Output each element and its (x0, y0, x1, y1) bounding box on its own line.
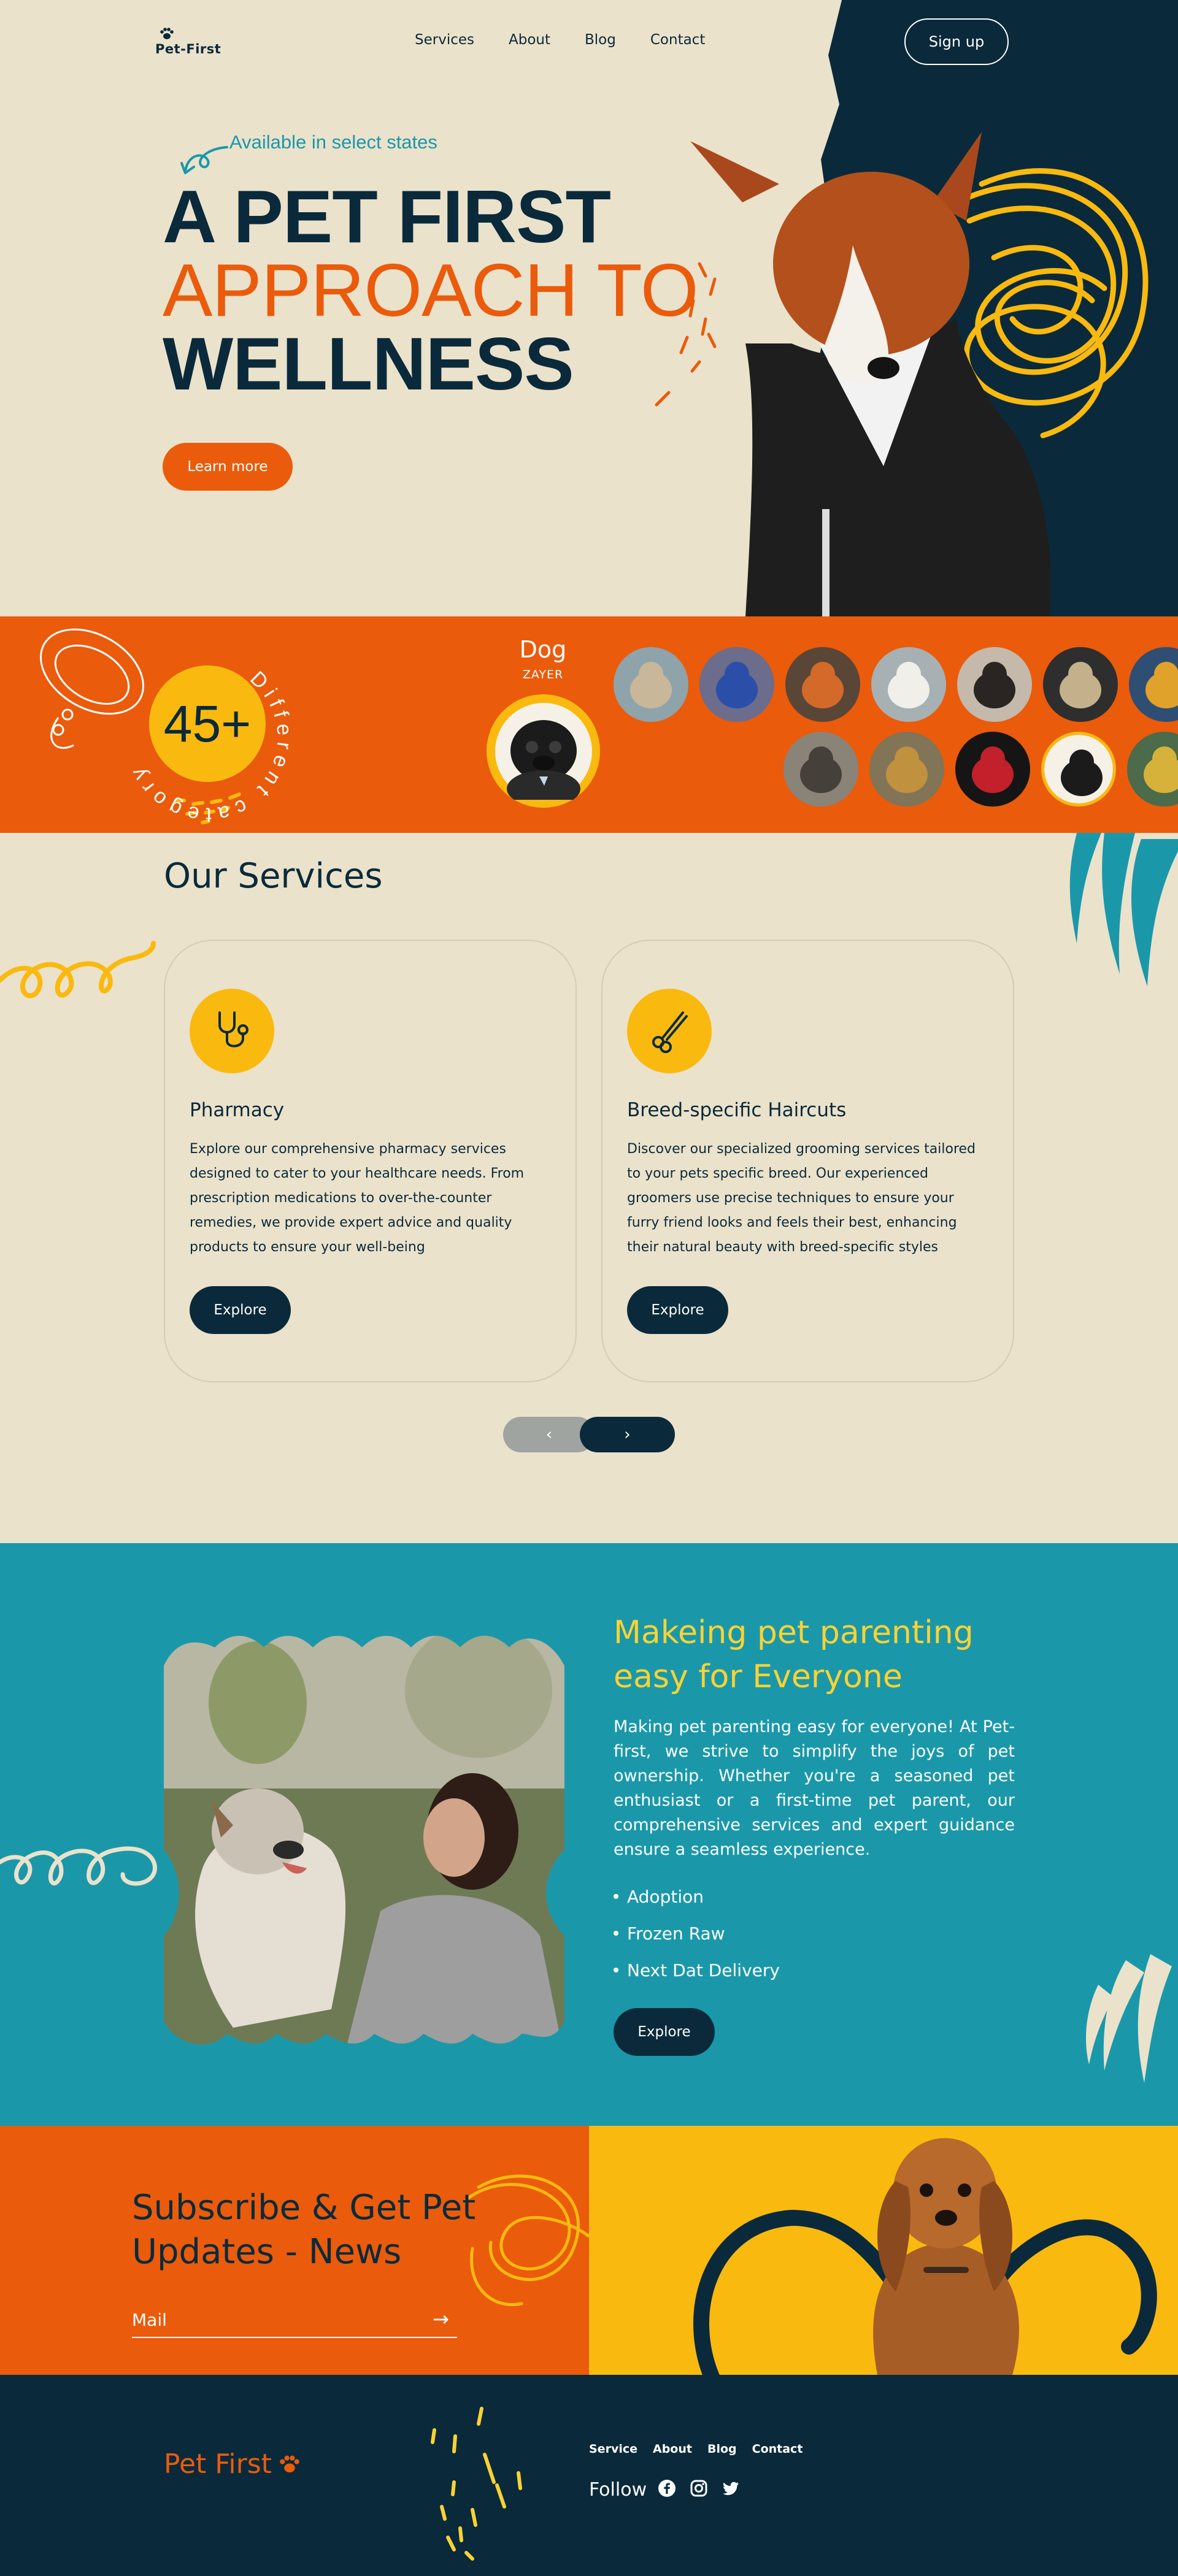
pet-parenting-section: Makeing pet parenting easy for Everyone … (0, 1543, 1178, 2126)
availability-note: Available in select states (178, 131, 437, 178)
red-bird-image (955, 732, 1030, 807)
category-thumbnail-lion[interactable] (869, 732, 944, 807)
subscribe-dog-panel (589, 2126, 1178, 2375)
footer-link-blog[interactable]: Blog (707, 2442, 737, 2456)
nav-link-blog[interactable]: Blog (585, 32, 616, 48)
service-card-title: Breed-specific Haircuts (627, 1099, 847, 1121)
signup-button[interactable]: Sign up (904, 18, 1009, 65)
hero-section: Pet-First Services About Blog Contact Si… (0, 0, 1178, 616)
category-thumbnail-bluebird[interactable] (699, 647, 774, 722)
nav-link-about[interactable]: About (509, 32, 550, 48)
footer-logo-text: Pet First (164, 2448, 272, 2480)
headline-line-3: WELLNESS (163, 322, 574, 405)
feature-item-delivery: Next Dat Delivery (614, 1952, 780, 1988)
paw-icon (160, 28, 174, 39)
category-thumbnail-fox[interactable] (785, 647, 860, 722)
carousel-next-button[interactable]: › (580, 1417, 675, 1452)
category-thumbnail-guinea-pig[interactable] (957, 647, 1032, 722)
availability-text: Available in select states (229, 131, 437, 153)
feature-item-frozen-raw: Frozen Raw (614, 1915, 780, 1952)
cat-image (614, 647, 688, 722)
feature-item-adoption: Adoption (614, 1878, 780, 1915)
parenting-explore-button[interactable]: Explore (614, 2008, 715, 2056)
headline-line-2: APPROACH TO (163, 248, 699, 332)
footer-logo[interactable]: Pet First (164, 2448, 301, 2480)
category-count-badge: 45+ (149, 665, 266, 782)
selected-category-name: Dog (519, 636, 567, 663)
hero-headline: A PET FIRST APPROACH TO WELLNESS (163, 175, 699, 405)
category-thumbnail-pug[interactable] (1041, 732, 1116, 807)
mail-input-underline (132, 2337, 457, 2338)
main-nav: Services About Blog Contact (415, 32, 739, 48)
category-thumbnail-red-bird[interactable] (955, 732, 1030, 807)
facebook-icon[interactable] (656, 2478, 677, 2499)
footer-link-contact[interactable]: Contact (752, 2442, 803, 2456)
footer-link-about[interactable]: About (653, 2442, 692, 2456)
subscribe-title: Subscribe & Get Pet Updates - News (132, 2188, 476, 2272)
nav-logo[interactable]: Pet-First (155, 27, 221, 56)
woman-with-dog-photo (164, 1636, 564, 2045)
subscribe-section: Subscribe & Get Pet Updates - News Mail … (0, 2126, 589, 2375)
curved-arrow-icon (180, 146, 228, 174)
lion-image (869, 732, 944, 807)
site-footer: Pet First Service About Blog Contact Fol… (0, 2375, 1178, 2576)
guinea-pig-image (957, 647, 1032, 722)
category-thumbnail-white-cat[interactable] (871, 647, 946, 722)
footer-link-service[interactable]: Service (589, 2442, 637, 2456)
selected-category-avatar[interactable] (487, 694, 600, 808)
dachshund-illustration (693, 2138, 1157, 2375)
learn-more-button[interactable]: Learn more (163, 443, 293, 491)
nav-logo-text: Pet-First (155, 42, 221, 56)
explore-haircuts-button[interactable]: Explore (627, 1286, 728, 1334)
selected-category-subtitle: ZAYER (522, 668, 564, 681)
explore-pharmacy-button[interactable]: Explore (190, 1286, 291, 1334)
stethoscope-icon (190, 989, 274, 1073)
social-links (656, 2478, 741, 2499)
service-card-title: Pharmacy (190, 1099, 285, 1121)
parenting-title: Makeing pet parenting easy for Everyone (614, 1614, 974, 1695)
fox-image (785, 647, 860, 722)
twitter-icon[interactable] (720, 2478, 741, 2499)
mail-input[interactable]: Mail (132, 2310, 167, 2330)
services-title: Our Services (164, 856, 383, 896)
nav-link-services[interactable]: Services (415, 32, 474, 48)
category-thumbnail-owl[interactable] (1043, 647, 1118, 722)
pug-avatar-image (495, 702, 592, 800)
cat-pair-image (783, 732, 858, 807)
service-card-text: Explore our comprehensive pharmacy servi… (190, 1141, 525, 1255)
parenting-feature-list: Adoption Frozen Raw Next Dat Delivery (614, 1878, 780, 1988)
paw-icon (280, 2455, 299, 2472)
service-card-haircuts: Breed-specific Haircuts Discover our spe… (601, 940, 1014, 1382)
category-band: Different category 45+ Dog ZAYER (0, 616, 1178, 833)
footer-nav: Service About Blog Contact (589, 2442, 818, 2456)
parenting-text: Making pet parenting easy for everyone! … (614, 1717, 1015, 1859)
subscribe-submit-arrow-icon[interactable]: → (433, 2307, 449, 2331)
instagram-icon[interactable] (688, 2478, 709, 2499)
bluebird-image (699, 647, 774, 722)
white-cat-image (871, 647, 946, 722)
category-thumbnail-cat-pair[interactable] (783, 732, 858, 807)
category-thumbnail-cat[interactable] (614, 647, 688, 722)
owl-image (1043, 647, 1118, 722)
follow-label: Follow (589, 2479, 647, 2501)
scissors-icon (627, 989, 712, 1073)
service-card-pharmacy: Pharmacy Explore our comprehensive pharm… (164, 940, 577, 1382)
headline-line-1: A PET FIRST (163, 175, 611, 258)
service-card-text: Discover our specialized grooming servic… (627, 1141, 976, 1255)
nav-link-contact[interactable]: Contact (650, 32, 705, 48)
